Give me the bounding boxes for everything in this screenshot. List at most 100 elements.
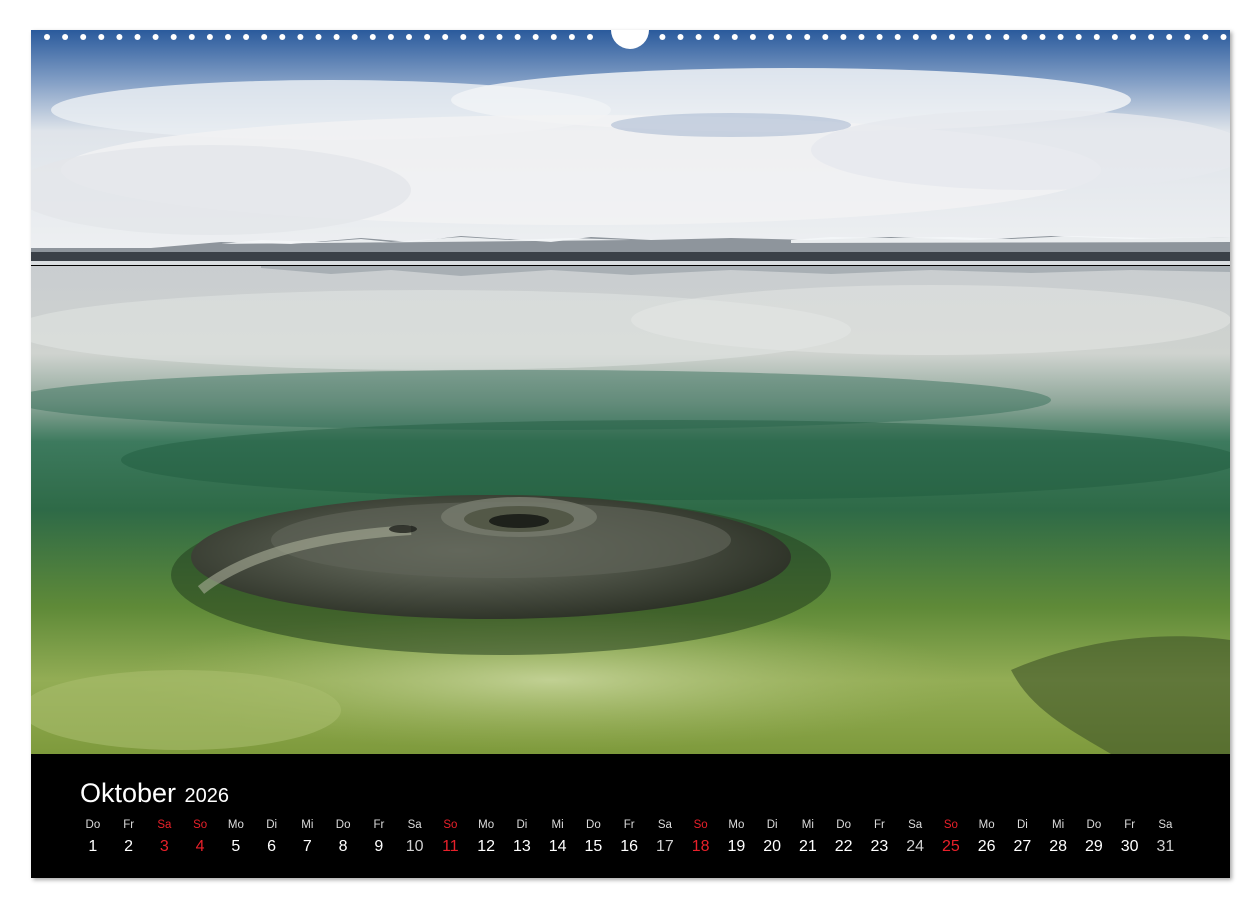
day-number: 6 (267, 838, 277, 855)
day-number: 30 (1120, 838, 1139, 855)
weekday-label: Mi (1052, 819, 1065, 831)
day-cell: Do 8 (325, 818, 361, 858)
day-cell: Do 1 (75, 818, 111, 858)
day-number: 11 (442, 838, 459, 855)
day-number: 4 (195, 838, 205, 855)
weekday-label: Do (1086, 819, 1102, 831)
weekday-label: So (693, 819, 708, 831)
day-number: 31 (1156, 838, 1175, 855)
day-cell: Mi 7 (290, 818, 326, 858)
day-cell: Do 22 (826, 818, 862, 858)
day-cell: Sa 24 (897, 818, 933, 858)
day-cell: So 4 (182, 818, 218, 858)
weekday-label: Sa (1158, 819, 1173, 831)
day-cell: Fr 9 (361, 818, 397, 858)
day-cell: Fr 30 (1112, 818, 1148, 858)
day-number: 27 (1013, 838, 1032, 855)
day-cell: Di 13 (504, 818, 540, 858)
day-cell: Mi 28 (1040, 818, 1076, 858)
calendar-strip: Oktober 2026 Do 1 Fr 2 Sa 3 So 4 Mo 5 Di 6 Mi 7 Do 8 Fr 9… (31, 754, 1230, 878)
day-number: 5 (231, 838, 241, 855)
day-cell: So 25 (933, 818, 969, 858)
day-number: 14 (548, 838, 567, 855)
weekday-label: Mi (301, 819, 314, 831)
day-cell: Mo 26 (969, 818, 1005, 858)
day-number: 21 (798, 838, 817, 855)
day-number: 10 (405, 838, 424, 855)
weekday-label: Mi (551, 819, 564, 831)
month-name: Oktober (80, 778, 177, 808)
day-number: 17 (655, 838, 674, 855)
day-number: 24 (906, 838, 925, 855)
weekday-label: Mo (728, 819, 745, 831)
weekday-label: Do (85, 819, 101, 831)
day-cell: Di 20 (754, 818, 790, 858)
weekday-label: So (943, 819, 958, 831)
day-cell: Mi 21 (790, 818, 826, 858)
weekday-label: Sa (157, 819, 172, 831)
day-number: 26 (977, 838, 996, 855)
weekday-label: Mo (227, 819, 244, 831)
day-cell: Do 15 (576, 818, 612, 858)
day-number: 12 (477, 838, 496, 855)
day-number: 28 (1049, 838, 1068, 855)
day-number: 20 (763, 838, 782, 855)
weekday-label: Di (766, 819, 778, 831)
day-cell: Di 27 (1005, 818, 1041, 858)
day-number: 25 (941, 838, 960, 855)
calendar-page: Oktober 2026 Do 1 Fr 2 Sa 3 So 4 Mo 5 Di 6 Mi 7 Do 8 Fr 9… (31, 30, 1230, 878)
day-number: 13 (512, 838, 531, 855)
day-cell: Fr 23 (862, 818, 898, 858)
day-cell: Mo 5 (218, 818, 254, 858)
day-number: 7 (302, 838, 312, 855)
day-cell: So 18 (683, 818, 719, 858)
weekday-label: Do (586, 819, 601, 831)
day-cell: Sa 17 (647, 818, 683, 858)
weekday-label: Mi (801, 819, 814, 831)
weekday-label: Di (266, 819, 278, 831)
weekday-label: Sa (908, 819, 923, 831)
weekday-label: Mo (978, 819, 995, 831)
day-cell: Di 6 (254, 818, 290, 858)
day-cell: Fr 2 (111, 818, 147, 858)
day-number: 9 (374, 838, 384, 855)
lake-geyser-photo (31, 30, 1230, 754)
day-cell: Mo 19 (719, 818, 755, 858)
day-cell: Mo 12 (468, 818, 504, 858)
day-number: 8 (338, 838, 348, 855)
weekday-label: Fr (873, 819, 885, 831)
weekday-label: Do (836, 819, 851, 831)
weekday-label: Fr (123, 819, 135, 831)
weekday-label: Sa (657, 819, 672, 831)
day-number: 16 (620, 838, 639, 855)
weekday-label: Do (335, 819, 351, 831)
day-number: 23 (870, 838, 889, 855)
weekday-label: Mo (478, 819, 495, 831)
day-number: 2 (124, 838, 134, 855)
weekday-label: So (193, 819, 208, 831)
day-cell: So 11 (433, 818, 469, 858)
day-number: 18 (691, 838, 710, 855)
day-cell: Fr 16 (611, 818, 647, 858)
day-row: Do 1 Fr 2 Sa 3 So 4 Mo 5 Di 6 Mi 7 Do 8 Fr 9 Sa 10 So 11 Mo 12 D… (75, 818, 1183, 858)
day-number: 19 (727, 838, 746, 855)
day-cell: Mi 14 (540, 818, 576, 858)
weekday-label: Fr (373, 819, 385, 831)
day-cell: Sa 10 (397, 818, 433, 858)
weekday-label: Fr (1124, 819, 1136, 831)
day-number: 22 (834, 838, 853, 855)
weekday-label: Fr (623, 819, 635, 831)
weekday-label: Di (516, 819, 528, 831)
day-number: 15 (584, 838, 603, 855)
day-number: 1 (88, 838, 98, 855)
weekday-label: Sa (407, 819, 422, 831)
day-cell: Sa 3 (147, 818, 183, 858)
day-cell: Sa 31 (1148, 818, 1184, 858)
month-heading: Oktober 2026 (80, 778, 229, 809)
day-number: 3 (159, 838, 169, 855)
weekday-label: So (443, 819, 458, 831)
day-cell: Do 29 (1076, 818, 1112, 858)
weekday-label: Di (1016, 819, 1028, 831)
year: 2026 (184, 785, 230, 807)
day-number: 29 (1084, 838, 1103, 855)
